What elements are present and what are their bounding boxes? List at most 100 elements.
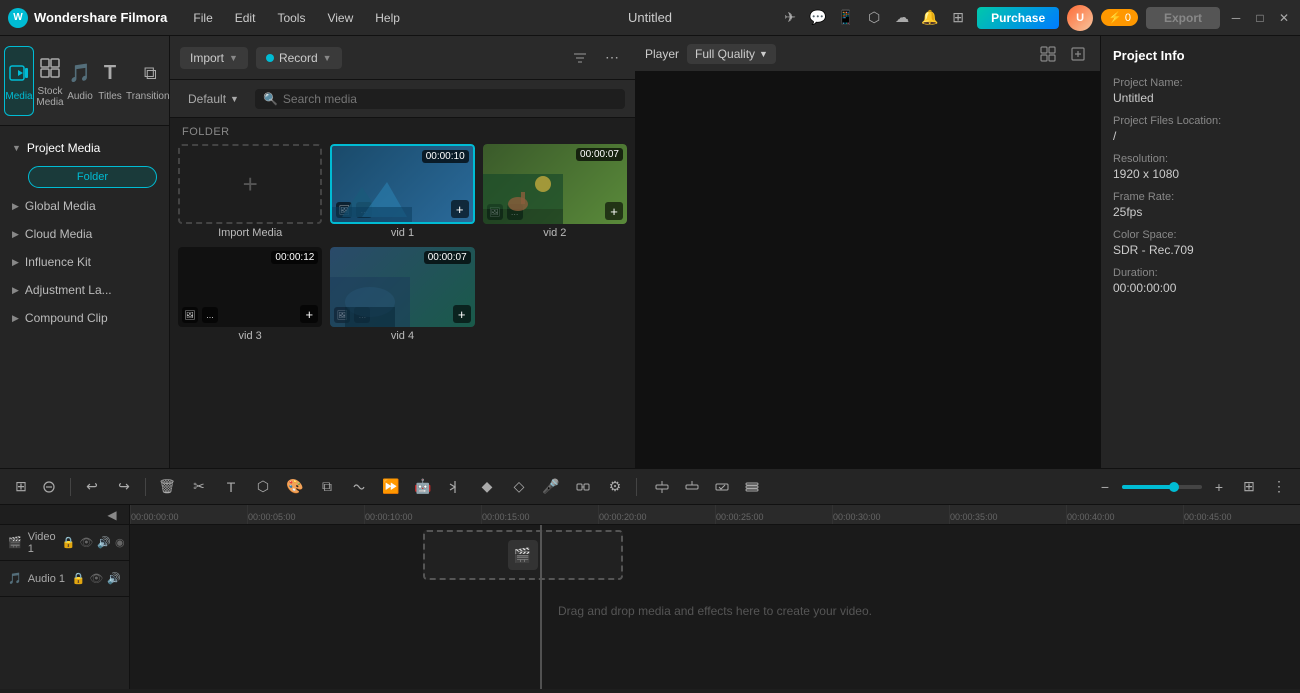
crop-icon[interactable]: ⬡	[250, 474, 276, 500]
menu-view[interactable]: View	[317, 7, 363, 29]
video-mute-icon[interactable]: ◉	[115, 536, 125, 549]
tool-audio[interactable]: 🎵 Audio	[66, 46, 94, 116]
clip-placeholder-area: 🎬	[423, 530, 623, 580]
menu-file[interactable]: File	[183, 7, 222, 29]
redo-icon[interactable]: ↪	[111, 474, 137, 500]
ai-tools-icon[interactable]: 🤖	[410, 474, 436, 500]
frame-rate-value: 25fps	[1113, 205, 1288, 219]
import-placeholder[interactable]: +	[178, 144, 322, 224]
audio-track-icon[interactable]	[346, 474, 372, 500]
marker-icon[interactable]: ◆	[474, 474, 500, 500]
record-voice-icon[interactable]: 🎤	[538, 474, 564, 500]
keyframe-icon[interactable]: ◇	[506, 474, 532, 500]
phone-icon[interactable]: 📱	[835, 7, 857, 29]
add-audio-track-icon[interactable]	[679, 474, 705, 500]
tool-transitions[interactable]: ⧉ Transitions	[126, 46, 175, 116]
zoom-slider[interactable]	[1122, 485, 1202, 489]
resolution-value: 1920 x 1080	[1113, 167, 1288, 181]
group-icon[interactable]: ⊞	[8, 474, 34, 500]
more-options-tl-icon[interactable]: ⋮	[1266, 474, 1292, 500]
menu-edit[interactable]: Edit	[225, 7, 266, 29]
transition-icon[interactable]: ⧉	[314, 474, 340, 500]
bell-icon[interactable]: 🔔	[919, 7, 941, 29]
ai-track-icon[interactable]	[709, 474, 735, 500]
menu-help[interactable]: Help	[365, 7, 410, 29]
snap-icon[interactable]	[570, 474, 596, 500]
timeline-ruler[interactable]: 00:00:00:00 00:00:05:00 00:00:10:00 00:0…	[130, 505, 1300, 525]
vid4-add-icon[interactable]: +	[453, 305, 471, 323]
user-avatar[interactable]: U	[1067, 5, 1093, 31]
search-input[interactable]	[283, 92, 617, 106]
tool-titles[interactable]: T Titles	[96, 46, 124, 116]
color-space-row: Color Space: SDR - Rec.709	[1113, 229, 1288, 257]
import-button[interactable]: Import ▼	[180, 47, 248, 69]
grid-icon[interactable]: ⊞	[947, 7, 969, 29]
more-options-icon[interactable]: ⋯	[599, 45, 625, 71]
sidebar-item-project-media[interactable]: ▼ Project Media	[0, 134, 169, 162]
media-item-vid1[interactable]: 00:00:10 🖼 ... + vid 1	[330, 144, 474, 239]
app-logo: W Wondershare Filmora	[8, 8, 167, 28]
video-speaker-icon[interactable]: 🔊	[97, 536, 111, 549]
split-icon[interactable]	[442, 474, 468, 500]
import-media-item[interactable]: + Import Media	[178, 144, 322, 239]
sidebar-item-adjustment-la[interactable]: ▶ Adjustment La...	[0, 276, 169, 304]
add-video-track-icon[interactable]	[649, 474, 675, 500]
export-button[interactable]: Export	[1146, 7, 1220, 29]
zoom-out-icon[interactable]: −	[1092, 474, 1118, 500]
audio-lock-icon[interactable]: 🔒	[72, 572, 86, 585]
minimize-button[interactable]: ─	[1228, 10, 1244, 26]
ripple-delete-icon[interactable]	[36, 474, 62, 500]
ruler-mark-6: 00:00:30:00	[832, 505, 881, 524]
cloud-icon[interactable]: ☁	[891, 7, 913, 29]
timeline-panel: ⊞ ↩ ↪ 🗑 ✂ T ⬡ 🎨 ⧉ ⏩ 🤖	[0, 468, 1300, 693]
ruler-mark-5: 00:00:25:00	[715, 505, 764, 524]
layout-options-icon[interactable]: ⊞	[1236, 474, 1262, 500]
collapse-timeline-icon[interactable]: ◀	[99, 502, 125, 528]
timeline-tracks[interactable]: 🎬 Drag and drop media and effects here t…	[130, 525, 1300, 689]
close-button[interactable]: ✕	[1276, 10, 1292, 26]
text-icon[interactable]: T	[218, 474, 244, 500]
purchase-button[interactable]: Purchase	[977, 7, 1059, 29]
undo-icon[interactable]: ↩	[79, 474, 105, 500]
audio-speaker-icon[interactable]: 🔊	[107, 572, 121, 585]
send-icon[interactable]: ✈	[779, 7, 801, 29]
tool-media[interactable]: Media	[4, 46, 34, 116]
media-item-vid4[interactable]: 00:00:07 🖼 ... + vid 4	[330, 247, 474, 342]
nav-adjustment-label: Adjustment La...	[25, 283, 112, 297]
video-track-label: 🎬 Video 1 🔒 👁 🔊 ◉	[0, 525, 129, 561]
tool-stock[interactable]: Stock Media	[36, 46, 64, 116]
record-button[interactable]: Record ▼	[256, 47, 342, 69]
chevron-down-icon: ▼	[12, 143, 21, 153]
sidebar-item-global-media[interactable]: ▶ Global Media	[0, 192, 169, 220]
media-item-vid3[interactable]: 00:00:12 🖼 ... + vid 3	[178, 247, 322, 342]
filter-settings-icon[interactable]	[567, 45, 593, 71]
media-toolbar-right: ⋯	[567, 45, 625, 71]
audio-eye-icon[interactable]: 👁	[89, 572, 103, 585]
chat-icon[interactable]: 💬	[807, 7, 829, 29]
sidebar-item-compound-clip[interactable]: ▶ Compound Clip	[0, 304, 169, 332]
media-item-vid2[interactable]: 00:00:07 🖼 ... +	[483, 144, 627, 239]
timeline-options-icon[interactable]	[739, 474, 765, 500]
vid2-add-icon[interactable]: +	[605, 202, 623, 220]
speed-icon[interactable]: ⏩	[378, 474, 404, 500]
nav-folder[interactable]: Folder	[28, 166, 157, 188]
vid3-add-icon[interactable]: +	[300, 305, 318, 323]
cut-icon[interactable]: ✂	[186, 474, 212, 500]
color-icon[interactable]: 🎨	[282, 474, 308, 500]
video-lock-icon[interactable]: 🔒	[62, 536, 76, 549]
sidebar-item-cloud-media[interactable]: ▶ Cloud Media	[0, 220, 169, 248]
tl-settings-icon[interactable]: ⚙	[602, 474, 628, 500]
delete-icon[interactable]: 🗑	[154, 474, 180, 500]
grid-view-icon[interactable]	[1036, 42, 1060, 66]
video-eye-icon[interactable]: 👁	[79, 536, 93, 549]
menu-tools[interactable]: Tools	[267, 7, 315, 29]
expand-icon[interactable]	[1066, 42, 1090, 66]
share-icon[interactable]: ⬡	[863, 7, 885, 29]
quality-dropdown[interactable]: Full Quality ▼	[687, 44, 776, 64]
sort-dropdown[interactable]: Default ▼	[180, 89, 247, 109]
vid1-add-icon[interactable]: +	[451, 200, 469, 218]
zoom-in-icon[interactable]: +	[1206, 474, 1232, 500]
sidebar-item-influence-kit[interactable]: ▶ Influence Kit	[0, 248, 169, 276]
record-dot-icon	[266, 54, 274, 62]
maximize-button[interactable]: □	[1252, 10, 1268, 26]
